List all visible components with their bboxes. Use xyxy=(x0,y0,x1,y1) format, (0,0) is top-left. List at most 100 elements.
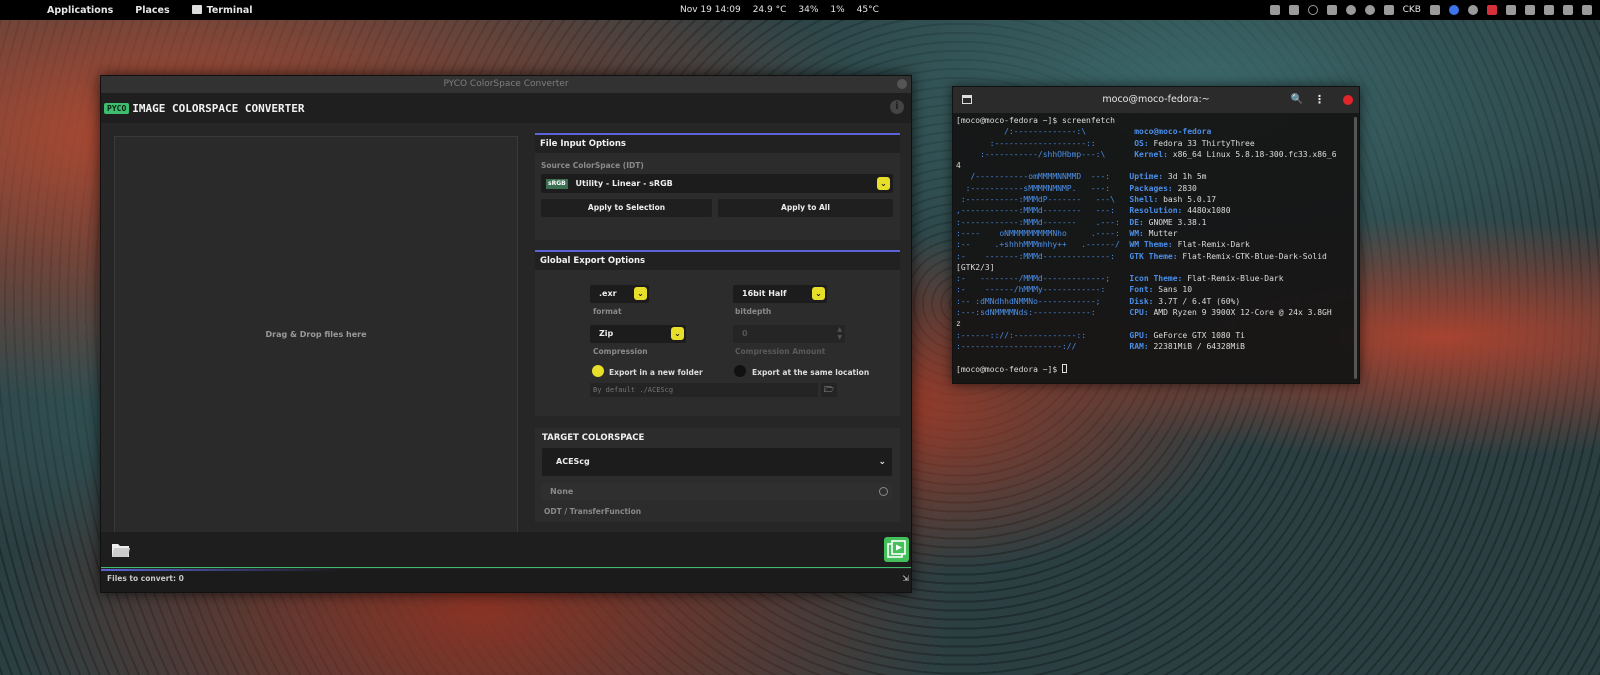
export-new-folder-label[interactable]: Export in a new folder xyxy=(609,368,703,377)
info-key: WM: xyxy=(1129,228,1149,238)
format-value: .exr xyxy=(599,289,617,298)
bitdepth-select[interactable]: 16bit Half ⌄ xyxy=(733,285,827,303)
compression-amount-label: Compression Amount xyxy=(735,347,826,356)
close-icon[interactable] xyxy=(1343,95,1353,105)
info-key: RAM: xyxy=(1129,341,1154,351)
search-icon[interactable]: 🔍 xyxy=(1291,87,1303,113)
applications-menu[interactable]: Applications xyxy=(0,5,124,16)
grid-apps-icon[interactable] xyxy=(1506,5,1516,15)
ascii-art: /:-------------:\ xyxy=(956,127,1135,137)
export-same-location-label[interactable]: Export at the same location xyxy=(752,368,869,377)
screenfetch-line: :-----------sMMMMNMNMP. ---: Packages: 2… xyxy=(956,183,1351,194)
compression-select[interactable]: Zip ⌄ xyxy=(590,325,686,343)
info-key: Kernel: xyxy=(1134,149,1173,159)
close-icon[interactable] xyxy=(897,79,907,89)
info-icon[interactable]: i xyxy=(890,100,904,114)
source-colorspace-select[interactable]: sRGB Utility - Linear - sRGB ⌄ xyxy=(541,174,893,193)
ascii-art: :------:://:-------------:: xyxy=(956,330,1130,340)
screenfetch-line: z xyxy=(956,318,1351,329)
terminal-output[interactable]: [moco@moco-fedora ~]$ screenfetch /:----… xyxy=(956,115,1351,383)
compression-amount-value: 0 xyxy=(742,329,748,338)
info-value: 3.7T / 6.4T (60%) xyxy=(1158,296,1241,306)
chrome-icon[interactable] xyxy=(1449,5,1459,15)
apply-to-selection-button[interactable]: Apply to Selection xyxy=(541,199,712,217)
terminal-taskbar-item[interactable]: Terminal xyxy=(181,4,264,16)
chevron-down-icon[interactable]: ⌄ xyxy=(671,327,684,340)
gpu-temp-indicator: 45°C xyxy=(856,5,879,15)
clipboard-icon[interactable] xyxy=(1326,5,1337,15)
clock[interactable]: Nov 19 14:09 xyxy=(680,5,741,15)
source-colorspace-value: Utility - Linear - sRGB xyxy=(575,179,673,188)
keyboard-layout[interactable]: CKB xyxy=(1403,5,1421,15)
dropzone-label: Drag & Drop files here xyxy=(265,330,367,339)
terminal-scrollbar[interactable] xyxy=(1354,117,1357,379)
export-panel: Global Export Options .exr ⌄ format 16bi… xyxy=(535,250,900,416)
places-menu[interactable]: Places xyxy=(124,5,180,16)
info-value: GeForce GTX 1080 Ti xyxy=(1153,330,1245,340)
top-bar: Applications Places Terminal Nov 19 14:0… xyxy=(0,0,1600,20)
cursor xyxy=(1061,363,1067,373)
format-label: format xyxy=(593,307,622,316)
system-tray: CKB xyxy=(1269,0,1592,20)
ascii-art: :-- .+shhhMMMmhhy++ .------/ xyxy=(956,240,1130,250)
steam-icon[interactable] xyxy=(1345,5,1356,15)
grid-icon[interactable] xyxy=(1269,5,1280,15)
terminal-prompt-line: [moco@moco-fedora ~]$ xyxy=(956,363,1351,375)
ascii-art: :- --------/MMMd-------------; xyxy=(956,274,1130,284)
gamepad-icon[interactable] xyxy=(1288,5,1299,15)
menu-icon[interactable]: ⋮ xyxy=(1314,87,1325,113)
ascii-art: :---------------------:// xyxy=(956,341,1130,351)
folder-icon[interactable] xyxy=(111,542,131,558)
status-center[interactable]: Nov 19 14:09 24.9 °C 34% 1% 45°C xyxy=(680,0,879,20)
screenfetch-line: :-----------:MMMdP------- ---\ Shell: ba… xyxy=(956,194,1351,205)
target-colorspace-select[interactable]: ACEScg ⌄ xyxy=(542,448,892,476)
circle-icon[interactable] xyxy=(1307,5,1318,15)
chevron-down-icon[interactable]: ⌄ xyxy=(877,177,890,190)
format-select[interactable]: .exr ⌄ xyxy=(590,285,649,303)
display-icon[interactable] xyxy=(1525,5,1535,15)
info-value: 4480x1080 xyxy=(1187,206,1231,216)
discord-icon[interactable] xyxy=(1468,5,1478,15)
folder-open-icon[interactable]: 🗁 xyxy=(821,383,837,397)
apply-to-all-button[interactable]: Apply to All xyxy=(718,199,893,217)
microphone-icon[interactable] xyxy=(1563,5,1573,15)
export-new-folder-radio[interactable] xyxy=(592,365,604,377)
odt-select[interactable]: None xyxy=(542,483,892,500)
volume-icon[interactable] xyxy=(1544,5,1554,15)
info-key: Resolution: xyxy=(1129,206,1188,216)
info-key: Uptime: xyxy=(1129,172,1168,182)
export-same-location-radio[interactable] xyxy=(734,365,746,377)
chevron-down-icon[interactable]: ⌄ xyxy=(634,287,647,300)
output-folder-input[interactable] xyxy=(590,383,818,397)
resize-grip-icon[interactable]: ⇲ xyxy=(902,572,909,585)
stepper-arrows-icon[interactable]: ▲ ▼ xyxy=(837,326,842,342)
export-title: Global Export Options xyxy=(535,252,900,270)
convert-button[interactable] xyxy=(884,537,909,562)
chevron-down-icon[interactable]: ⌄ xyxy=(878,448,886,476)
info-key: WM Theme: xyxy=(1129,240,1178,250)
info-value: moco@moco-fedora xyxy=(1134,127,1212,137)
info-value: AMD Ryzen 9 3900X 12-Core @ 24x 3.8GH xyxy=(1153,308,1332,318)
mail-icon[interactable] xyxy=(1430,5,1440,15)
ascii-art: :- ------/hMMMy------------: xyxy=(956,285,1130,295)
window-titlebar[interactable]: PYCO ColorSpace Converter xyxy=(101,76,911,93)
new-tab-icon[interactable] xyxy=(962,95,972,104)
screenfetch-line xyxy=(956,352,1351,363)
window-icon[interactable] xyxy=(1383,5,1394,15)
app-header: PYCO IMAGE COLORSPACE CONVERTER i xyxy=(101,93,911,123)
compression-label: Compression xyxy=(593,347,648,356)
screenfetch-line: :- --------/MMMd-------------; Icon Them… xyxy=(956,273,1351,284)
screenfetch-line: :------------:MMMd------- .---: DE: GNOM… xyxy=(956,217,1351,228)
gmail-icon[interactable] xyxy=(1487,5,1497,15)
files-to-convert-status: Files to convert: 0 xyxy=(107,574,184,583)
file-dropzone[interactable]: Drag & Drop files here xyxy=(114,136,518,533)
odt-settings-icon[interactable] xyxy=(879,487,888,496)
compression-amount-stepper[interactable]: 0 ▲ ▼ xyxy=(733,325,845,343)
settings-icon[interactable] xyxy=(1364,5,1375,15)
chevron-down-icon[interactable]: ⌄ xyxy=(812,287,825,300)
info-value: Sans 10 xyxy=(1158,285,1193,295)
convert-icon xyxy=(887,540,906,558)
power-icon[interactable] xyxy=(1582,5,1592,15)
cpu-indicator: 34% xyxy=(798,5,819,15)
terminal-titlebar[interactable]: moco@moco-fedora:~ 🔍 ⋮ xyxy=(953,87,1359,113)
